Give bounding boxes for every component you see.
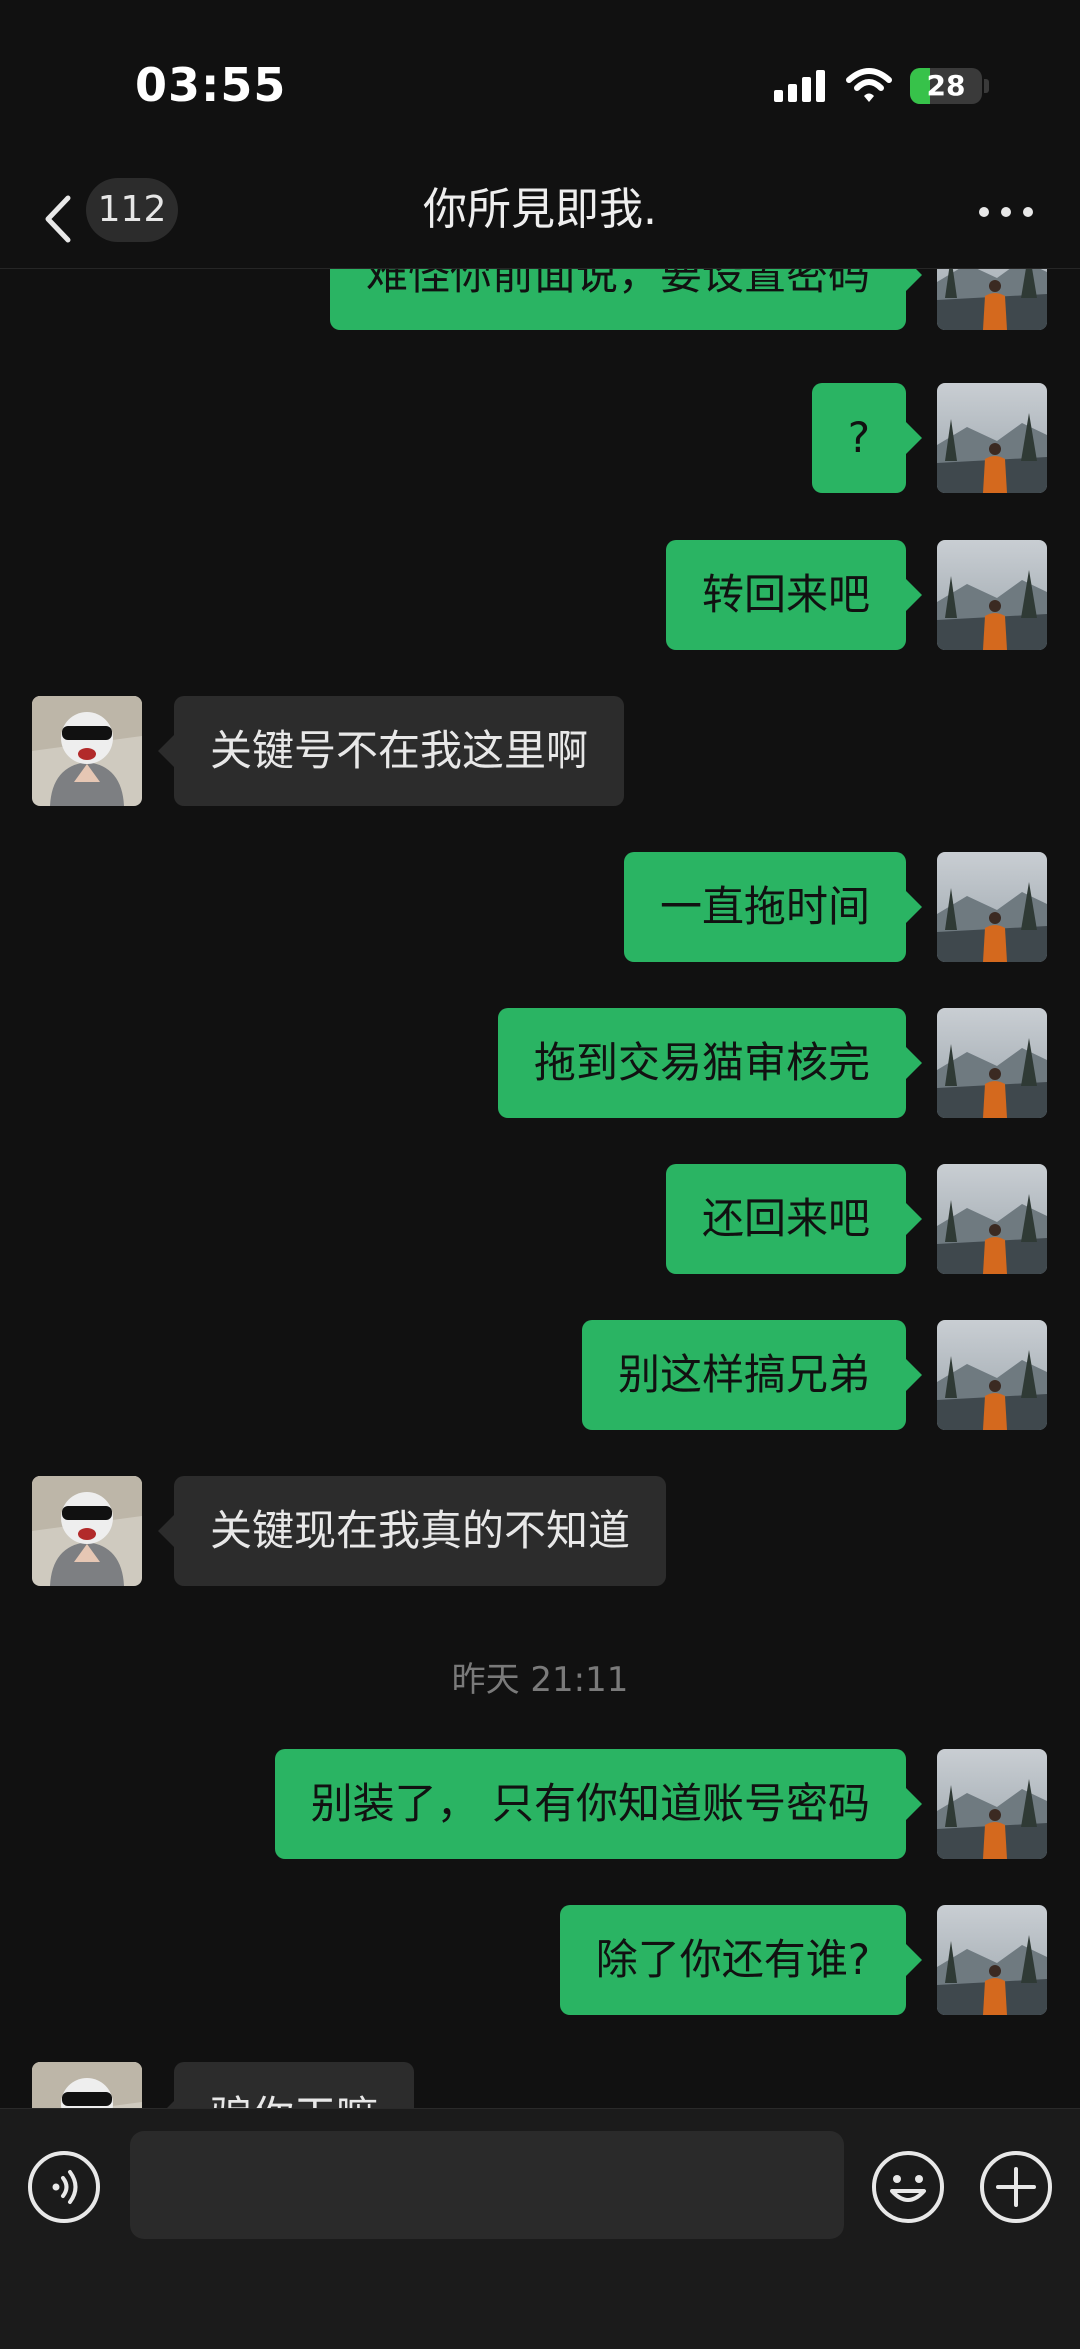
battery-indicator: 28 xyxy=(910,68,982,104)
message-timestamp: 昨天 21:11 xyxy=(451,1660,629,1700)
outgoing-message-bubble[interactable]: 难怪你前面说，要设置密码 xyxy=(329,268,923,330)
message-row-incoming: 关键号不在我这里啊 xyxy=(0,696,1080,806)
message-row-outgoing: 转回来吧 xyxy=(0,540,1080,650)
message-row-outgoing: 还回来吧 xyxy=(0,1164,1080,1274)
my-avatar[interactable] xyxy=(937,268,1047,330)
status-time: 03:55 xyxy=(135,58,287,112)
outgoing-message-bubble[interactable]: 一直拖时间 xyxy=(623,852,923,962)
my-avatar[interactable] xyxy=(937,1905,1047,2015)
voice-icon[interactable] xyxy=(26,2149,102,2225)
message-row-outgoing: 难怪你前面说，要设置密码 xyxy=(0,268,1080,330)
incoming-message-bubble[interactable]: 骗你干嘛 xyxy=(157,2062,415,2108)
my-avatar[interactable] xyxy=(937,1320,1047,1430)
contact-avatar[interactable] xyxy=(32,1476,142,1586)
status-bar: 03:55 28 xyxy=(0,0,1080,170)
message-input[interactable] xyxy=(130,2131,844,2239)
message-list[interactable]: 难怪你前面说，要设置密码 ? 转回来吧 关键号不在我这里啊 一直拖时间 拖到交易… xyxy=(0,268,1080,2108)
my-avatar[interactable] xyxy=(937,383,1047,493)
chat-title: 你所見即我. xyxy=(423,184,657,235)
message-row-outgoing: 别装了， 只有你知道账号密码 xyxy=(0,1749,1080,1859)
more-dots-icon[interactable] xyxy=(976,200,1036,224)
my-avatar[interactable] xyxy=(937,1749,1047,1859)
my-avatar[interactable] xyxy=(937,540,1047,650)
message-row-outgoing: ? xyxy=(0,383,1080,493)
chat-input-bar xyxy=(0,2108,1080,2349)
contact-avatar[interactable] xyxy=(32,2062,142,2108)
my-avatar[interactable] xyxy=(937,1164,1047,1274)
chevron-left-icon[interactable] xyxy=(38,184,78,254)
outgoing-message-bubble[interactable]: 拖到交易猫审核完 xyxy=(497,1008,923,1118)
incoming-message-bubble[interactable]: 关键号不在我这里啊 xyxy=(157,696,625,806)
message-row-incoming: 关键现在我真的不知道 xyxy=(0,1476,1080,1586)
battery-percent: 28 xyxy=(926,69,966,102)
message-row-outgoing: 别这样搞兄弟 xyxy=(0,1320,1080,1430)
wifi-icon xyxy=(846,68,892,102)
incoming-message-bubble[interactable]: 关键现在我真的不知道 xyxy=(157,1476,667,1586)
emoji-icon[interactable] xyxy=(870,2149,946,2225)
outgoing-message-bubble[interactable]: 还回来吧 xyxy=(665,1164,923,1274)
signal-icon xyxy=(774,70,825,102)
message-row-incoming: 骗你干嘛 xyxy=(0,2062,1080,2108)
my-avatar[interactable] xyxy=(937,852,1047,962)
message-row-outgoing: 一直拖时间 xyxy=(0,852,1080,962)
unread-count-badge[interactable]: 112 xyxy=(86,178,178,242)
battery-tip xyxy=(984,79,989,93)
plus-icon[interactable] xyxy=(978,2149,1054,2225)
message-row-outgoing: 拖到交易猫审核完 xyxy=(0,1008,1080,1118)
outgoing-message-bubble[interactable]: 别装了， 只有你知道账号密码 xyxy=(274,1749,923,1859)
chat-header: 112 你所見即我. xyxy=(0,170,1080,269)
outgoing-message-bubble[interactable]: 除了你还有谁? xyxy=(559,1905,923,2015)
my-avatar[interactable] xyxy=(937,1008,1047,1118)
outgoing-message-bubble[interactable]: 转回来吧 xyxy=(665,540,923,650)
outgoing-message-bubble[interactable]: 别这样搞兄弟 xyxy=(581,1320,923,1430)
message-row-outgoing: 除了你还有谁? xyxy=(0,1905,1080,2015)
contact-avatar[interactable] xyxy=(32,696,142,806)
outgoing-message-bubble[interactable]: ? xyxy=(811,383,923,493)
